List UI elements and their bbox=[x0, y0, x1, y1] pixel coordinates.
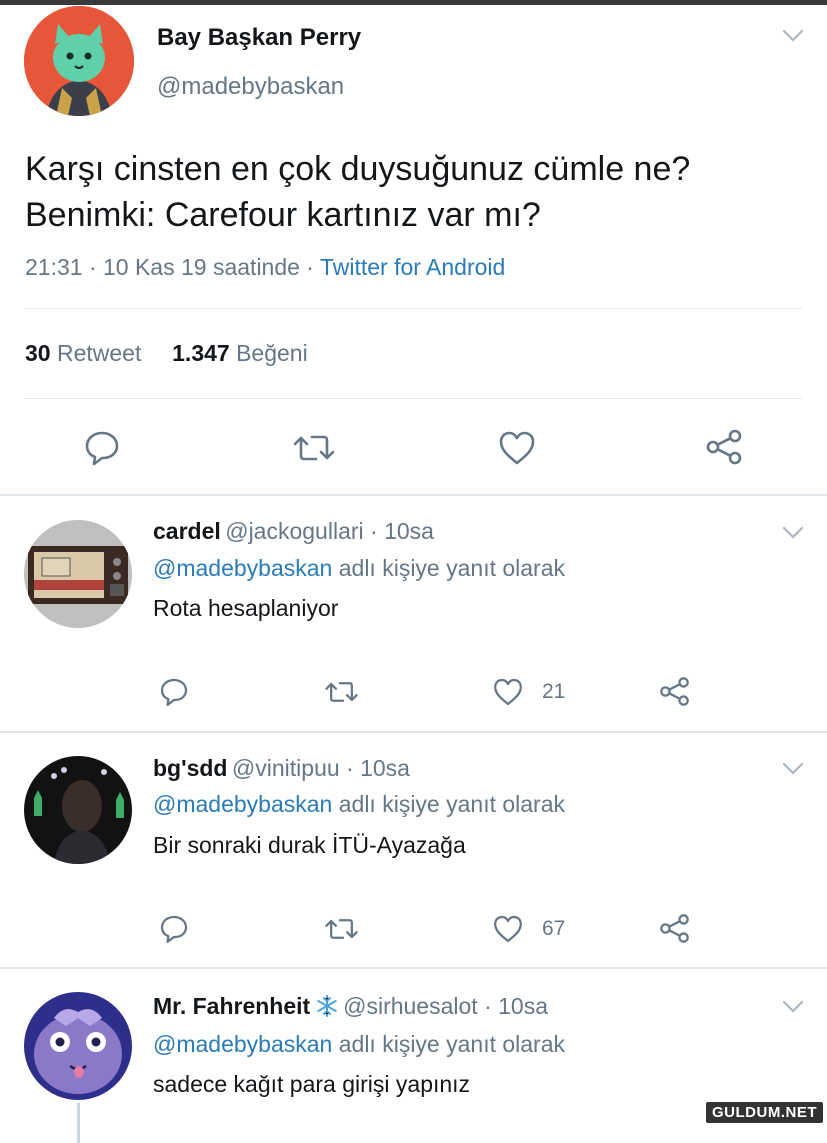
like-icon[interactable] bbox=[497, 428, 537, 468]
chevron-down-icon[interactable] bbox=[782, 526, 804, 540]
retweet-icon[interactable] bbox=[324, 913, 359, 945]
chevron-down-icon[interactable] bbox=[782, 1000, 804, 1014]
share-icon[interactable] bbox=[704, 427, 744, 467]
reply-text: Rota hesaplaniyor bbox=[153, 595, 339, 621]
retweet-icon[interactable] bbox=[292, 428, 336, 468]
avatar[interactable] bbox=[24, 6, 134, 116]
reply-context-suffix: adlı kişiye yanıt olarak bbox=[332, 791, 566, 817]
reply-handle-time[interactable]: @sirhuesalot · 10sa bbox=[343, 993, 548, 1019]
tweet-text-line: Benimki: Carefour kartınız var mı? bbox=[25, 196, 541, 234]
tweet-meta: 21:31 · 10 Kas 19 saatinde · Twitter for… bbox=[25, 254, 505, 281]
reply-context-suffix: adlı kişiye yanıt olarak bbox=[332, 1031, 566, 1057]
tweet-text: Karşı cinsten en çok duysuğunuz cümle ne… bbox=[25, 146, 690, 238]
like-count: 21 bbox=[542, 680, 566, 703]
reply-icon[interactable] bbox=[82, 428, 122, 468]
reply-display-name[interactable]: cardel bbox=[153, 518, 221, 544]
tweet-text-line: Karşı cinsten en çok duysuğunuz cümle ne… bbox=[25, 150, 691, 188]
avatar[interactable] bbox=[24, 992, 132, 1100]
reply-text: sadece kağıt para girişi yapınız bbox=[153, 1071, 471, 1097]
author-display-name[interactable]: Bay Başkan Perry bbox=[157, 24, 361, 52]
top-edge-bar bbox=[0, 0, 827, 5]
like-count: 67 bbox=[542, 917, 566, 940]
share-icon[interactable] bbox=[658, 912, 691, 945]
divider bbox=[25, 308, 802, 309]
mention-link[interactable]: @madebybaskan bbox=[153, 791, 332, 817]
reply-context: @madebybaskan adlı kişiye yanıt olarak bbox=[153, 555, 565, 582]
retweet-label[interactable]: Retweet bbox=[57, 340, 141, 366]
divider bbox=[25, 398, 802, 399]
reply-context-suffix: adlı kişiye yanıt olarak bbox=[332, 555, 566, 581]
mention-link[interactable]: @madebybaskan bbox=[153, 555, 332, 581]
chevron-down-icon[interactable] bbox=[782, 762, 804, 776]
like-count[interactable]: 1.347 bbox=[172, 340, 230, 366]
source-link[interactable]: Twitter for Android bbox=[320, 254, 505, 280]
section-divider bbox=[0, 731, 827, 733]
avatar[interactable] bbox=[24, 520, 132, 628]
chevron-down-icon[interactable] bbox=[782, 29, 804, 43]
like-icon[interactable] bbox=[492, 676, 524, 708]
reply-handle-time[interactable]: @jackogullari · 10sa bbox=[225, 518, 434, 544]
thread-line bbox=[77, 1103, 80, 1143]
reply-header: Mr. Fahrenheit @sirhuesalot · 10sa bbox=[153, 993, 548, 1020]
share-icon[interactable] bbox=[658, 675, 691, 708]
avatar[interactable] bbox=[24, 756, 132, 864]
reply-header: cardel @jackogullari · 10sa bbox=[153, 518, 434, 545]
retweet-count[interactable]: 30 bbox=[25, 340, 51, 366]
engagement-stats: 30 Retweet 1.347 Beğeni bbox=[25, 340, 308, 367]
mention-link[interactable]: @madebybaskan bbox=[153, 1031, 332, 1057]
like-label[interactable]: Beğeni bbox=[236, 340, 308, 366]
snowflake-icon bbox=[316, 995, 337, 1017]
reply-icon[interactable] bbox=[158, 676, 190, 708]
reply-display-name[interactable]: bg'sdd bbox=[153, 755, 227, 781]
like-icon[interactable] bbox=[492, 913, 524, 945]
reply-display-name[interactable]: Mr. Fahrenheit bbox=[153, 993, 310, 1019]
watermark: GULDUM.NET bbox=[706, 1102, 823, 1123]
reply-header: bg'sdd @vinitipuu · 10sa bbox=[153, 755, 410, 782]
reply-handle-time[interactable]: @vinitipuu · 10sa bbox=[232, 755, 410, 781]
retweet-icon[interactable] bbox=[324, 676, 359, 708]
reply-text: Bir sonraki durak İTÜ-Ayazağa bbox=[153, 832, 466, 858]
reply-context: @madebybaskan adlı kişiye yanıt olarak bbox=[153, 1031, 565, 1058]
section-divider bbox=[0, 494, 827, 496]
reply-context: @madebybaskan adlı kişiye yanıt olarak bbox=[153, 791, 565, 818]
timestamp: 21:31 · 10 Kas 19 saatinde · bbox=[25, 254, 320, 280]
reply-icon[interactable] bbox=[158, 913, 190, 945]
author-handle[interactable]: @madebybaskan bbox=[157, 73, 344, 101]
section-divider bbox=[0, 967, 827, 969]
